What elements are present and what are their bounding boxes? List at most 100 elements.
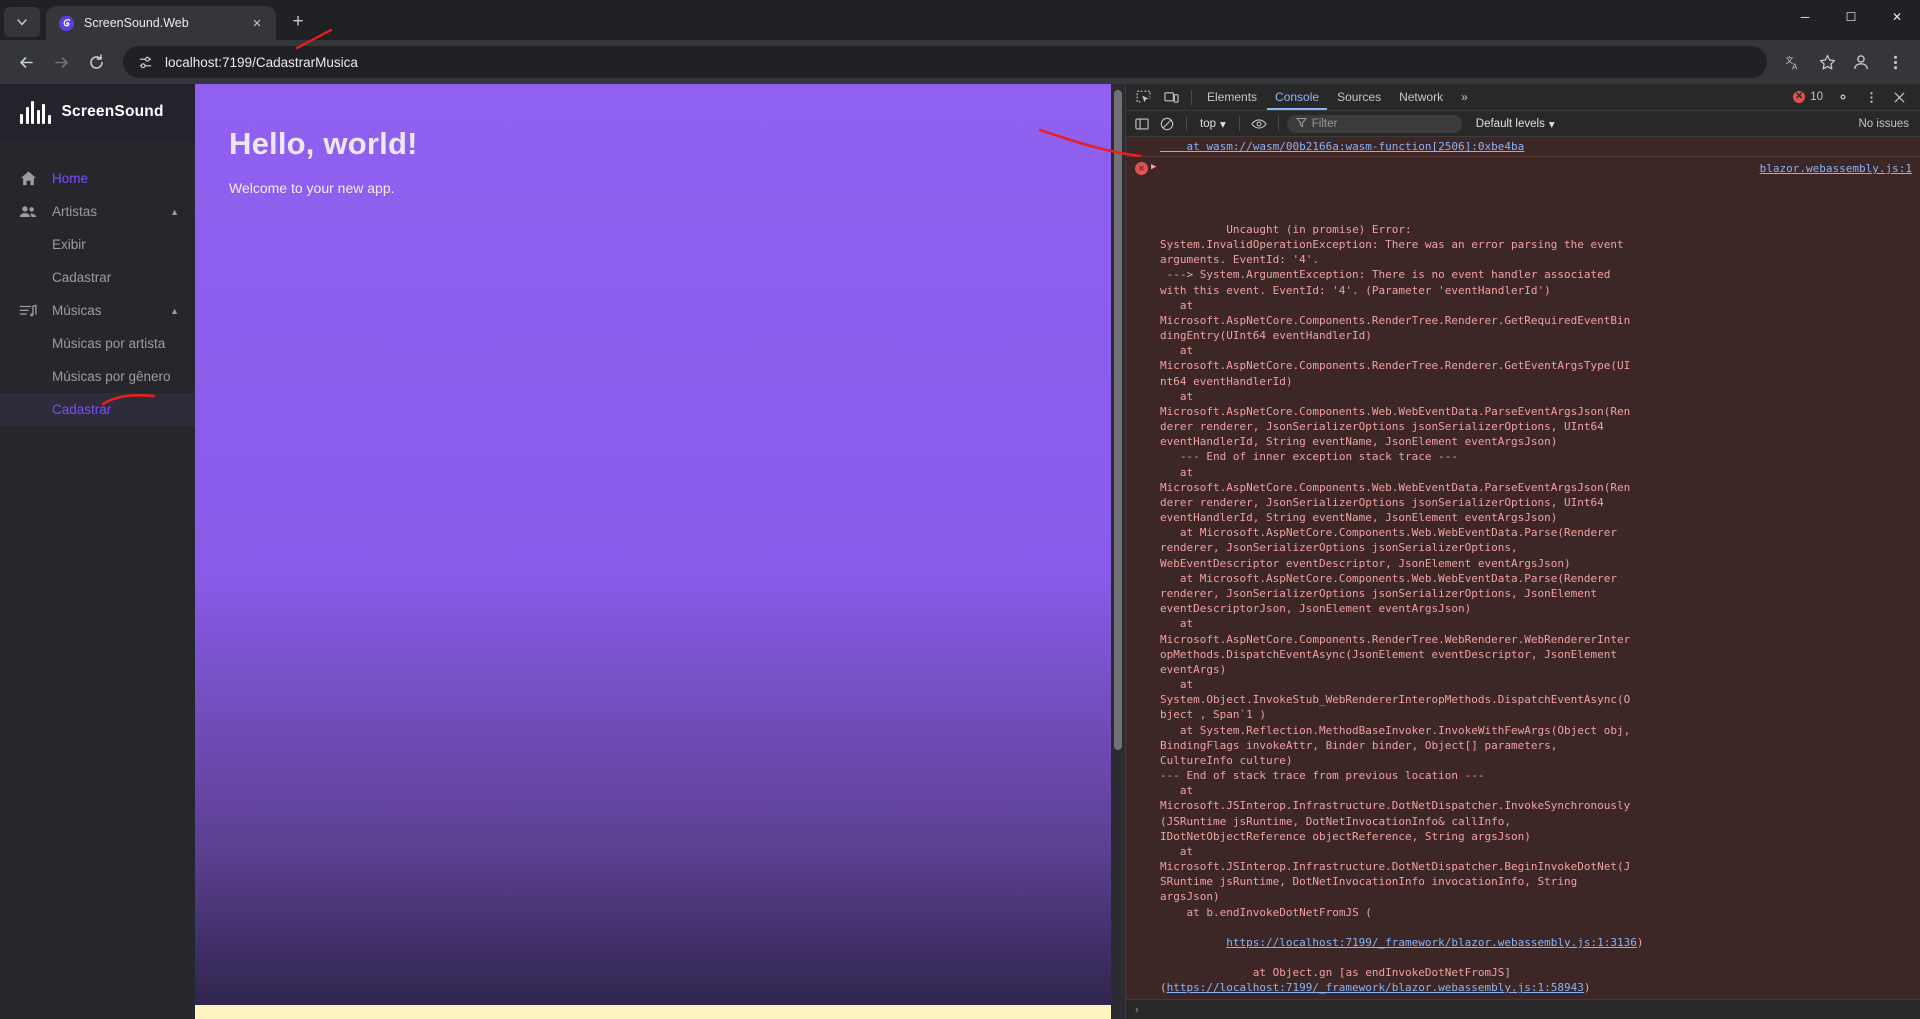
stack-suffix: ) <box>1583 981 1591 995</box>
sidebar-item-musicas[interactable]: Músicas ▲ <box>0 294 195 327</box>
three-dot-menu-icon[interactable] <box>1858 86 1884 108</box>
sidebar-item-artistas-exibir[interactable]: Exibir <box>0 228 195 261</box>
stack-link-line: https://localhost:7199/_framework/blazor… <box>1226 936 1643 949</box>
console-messages[interactable]: at wasm://wasm/00b2166a:wasm-function[25… <box>1126 137 1920 999</box>
close-icon[interactable] <box>1886 86 1912 108</box>
sidebar-item-musicas-por-artista[interactable]: Músicas por artista <box>0 327 195 360</box>
expand-triangle-icon[interactable]: ▶ <box>1151 161 1156 173</box>
execution-context-selector[interactable]: top ▾ <box>1195 117 1231 131</box>
sidebar-item-home[interactable]: Home <box>0 162 195 195</box>
sidebar-item-label: Cadastrar <box>52 402 112 417</box>
address-bar[interactable]: localhost:7199/CadastrarMusica <box>123 46 1767 78</box>
issues-status[interactable]: No issues <box>1859 118 1916 130</box>
browser-toolbar: localhost:7199/CadastrarMusica 文 A <box>0 40 1920 84</box>
stack-frame-link[interactable]: https://localhost:7199/_framework/blazor… <box>1226 936 1637 949</box>
arrow-right-icon <box>54 56 68 68</box>
forward-button[interactable] <box>45 46 77 78</box>
sidebar-item-artistas[interactable]: Artistas ▲ <box>0 195 195 228</box>
chevron-up-icon[interactable]: ▲ <box>170 306 179 316</box>
console-message-partial: at wasm://wasm/00b2166a:wasm-function[25… <box>1126 137 1920 158</box>
stack-frame-link[interactable]: https://localhost:7199/_framework/blazor… <box>1167 981 1584 994</box>
sidebar-item-label: Músicas por gênero <box>52 369 171 384</box>
stack-link-line: at Object.gn [as endInvokeDotNetFromJS] … <box>1160 966 1590 994</box>
log-levels-value: Default levels <box>1475 117 1545 130</box>
sidebar-item-label: Músicas por artista <box>52 336 166 351</box>
chevron-down-icon <box>17 18 27 26</box>
log-levels-selector[interactable]: Default levels ▾ <box>1471 117 1560 131</box>
error-count: 10 <box>1810 91 1823 103</box>
sidebar-nav: Home Artistas ▲ Exibir Cadastrar Músicas… <box>0 140 195 426</box>
three-dot-menu-icon[interactable] <box>1880 47 1910 77</box>
tab-elements[interactable]: Elements <box>1199 84 1265 110</box>
clear-console-icon[interactable] <box>1156 114 1178 134</box>
error-count-badge[interactable]: ✕ 10 <box>1788 91 1828 103</box>
sidebar-item-label: Músicas <box>52 303 102 318</box>
sidebar-item-artistas-cadastrar[interactable]: Cadastrar <box>0 261 195 294</box>
devtools-tabbar: Elements Console Sources Network » ✕ 10 <box>1126 84 1920 111</box>
divider <box>1238 116 1240 131</box>
profile-icon[interactable] <box>1846 47 1876 77</box>
chevron-up-icon[interactable]: ▲ <box>170 207 179 217</box>
console-error-message[interactable]: ✕ ▶ blazor.webassembly.js:1 Uncaught (in… <box>1126 157 1920 999</box>
tab-console[interactable]: Console <box>1267 84 1327 110</box>
app-sidebar: ScreenSound Home Artistas ▲ Exibir Cadas… <box>0 84 195 1019</box>
favicon-icon <box>58 15 75 32</box>
svg-text:A: A <box>1792 62 1798 71</box>
error-icon: ✕ <box>1793 91 1806 103</box>
window-maximize-button[interactable]: ☐ <box>1828 0 1874 33</box>
console-input-prompt[interactable]: › <box>1126 999 1920 1019</box>
tab-close-button[interactable]: × <box>248 14 266 32</box>
device-toolbar-icon[interactable] <box>1158 86 1184 108</box>
sidebar-item-musicas-cadastrar[interactable]: Cadastrar <box>0 393 195 426</box>
stack-suffix: ) <box>1636 935 1644 949</box>
brand-name: ScreenSound <box>61 103 164 120</box>
chevron-down-icon: ▾ <box>1220 118 1226 131</box>
viewport-and-devtools: ScreenSound Home Artistas ▲ Exibir Cadas… <box>0 84 1920 1019</box>
more-tabs-button[interactable]: » <box>1453 84 1476 110</box>
reload-button[interactable] <box>80 46 112 78</box>
inspect-element-icon[interactable] <box>1130 86 1156 108</box>
url-text: localhost:7199/CadastrarMusica <box>165 54 358 70</box>
devtools-panel: Elements Console Sources Network » ✕ 10 <box>1125 84 1920 1019</box>
sidebar-item-label: Home <box>52 171 89 186</box>
home-icon <box>18 169 38 189</box>
error-body-text: Uncaught (in promise) Error: System.Inva… <box>1160 222 1631 919</box>
console-sidebar-icon[interactable] <box>1131 114 1153 134</box>
soundwave-logo-icon <box>20 100 51 124</box>
error-source-link[interactable]: blazor.webassembly.js:1 <box>1760 161 1912 176</box>
window-controls: ─ ☐ ✕ <box>1782 0 1920 40</box>
tab-search-button[interactable] <box>4 7 40 37</box>
prompt-caret-icon: › <box>1135 1003 1139 1016</box>
page-content: Hello, world! Welcome to your new app. <box>195 84 1111 1019</box>
back-button[interactable] <box>10 46 42 78</box>
browser-tab[interactable]: ScreenSound.Web × <box>46 6 276 40</box>
tab-sources[interactable]: Sources <box>1329 84 1389 110</box>
new-tab-button[interactable]: + <box>284 8 312 36</box>
console-filter-input[interactable]: Filter <box>1286 114 1462 133</box>
wasm-frame-link[interactable]: at wasm://wasm/00b2166a:wasm-function[25… <box>1160 140 1525 153</box>
tab-network[interactable]: Network <box>1391 84 1451 110</box>
scrollbar-thumb[interactable] <box>1114 90 1122 750</box>
execution-context-value: top <box>1200 117 1216 130</box>
translate-icon[interactable]: 文 A <box>1778 47 1808 77</box>
sidebar-item-musicas-por-genero[interactable]: Músicas por gênero <box>0 360 195 393</box>
bookmark-star-icon[interactable] <box>1812 47 1842 77</box>
chevron-down-icon: ▾ <box>1548 118 1555 131</box>
filter-icon <box>1296 115 1307 133</box>
tab-strip: ScreenSound.Web × + ─ ☐ ✕ <box>0 0 1920 40</box>
divider <box>1186 116 1187 131</box>
live-expression-icon[interactable] <box>1248 114 1270 134</box>
page-scrollbar[interactable]: ▲ <box>1111 84 1125 1019</box>
devtools-tabbar-actions: ✕ 10 <box>1788 86 1916 108</box>
sidebar-item-label: Exibir <box>52 237 86 252</box>
toolbar-actions: 文 A <box>1778 47 1910 77</box>
window-minimize-button[interactable]: ─ <box>1782 0 1828 33</box>
page-title: Hello, world! <box>229 126 418 161</box>
app-brand[interactable]: ScreenSound <box>0 84 195 140</box>
page-subtitle: Welcome to your new app. <box>229 180 395 196</box>
gear-icon[interactable] <box>1830 86 1856 108</box>
window-close-button[interactable]: ✕ <box>1874 0 1920 33</box>
people-icon <box>18 202 38 222</box>
site-settings-icon[interactable] <box>137 54 154 71</box>
web-page: ScreenSound Home Artistas ▲ Exibir Cadas… <box>0 84 1125 1019</box>
